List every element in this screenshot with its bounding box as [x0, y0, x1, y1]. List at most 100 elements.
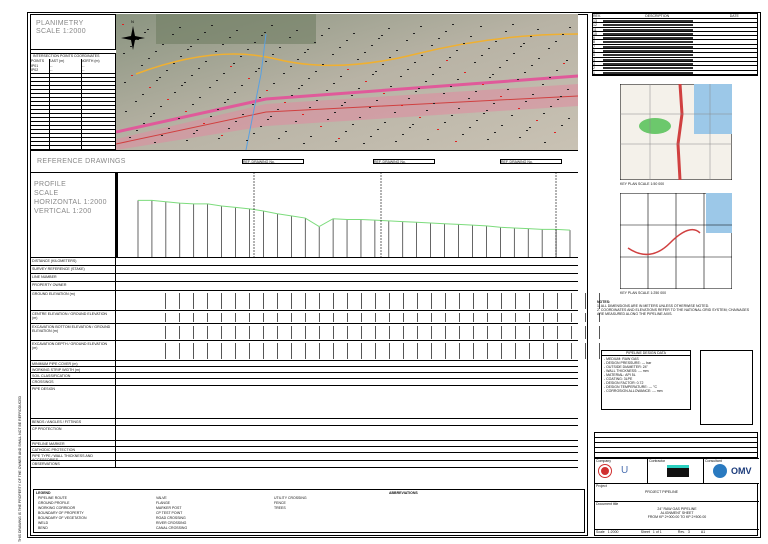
revision-number: 11	[593, 27, 597, 31]
size-value: A1	[700, 530, 706, 534]
profile-band-row: PIPE TYPE / WALL THICKNESS AND ACCESSORI…	[30, 452, 578, 462]
rev-label: Rev.	[677, 530, 685, 534]
reference-drawing[interactable]: REF. DRAWING No.	[242, 159, 304, 164]
plan-title-box: PLANIMETRY SCALE 1:2000	[30, 14, 116, 50]
profile-band-row: BENDS / ANGLES / FITTINGS	[30, 418, 578, 425]
coord-cell: ---	[49, 68, 53, 72]
legend-item: RIVER CROSSING	[156, 521, 187, 525]
legend-item: BOUNDARY OF VEGETATION	[38, 516, 87, 520]
doc-title-line: FROM KP 2+000.00 TO KP 2+500.00	[647, 515, 707, 519]
profile-band-row: CP PROTECTION	[30, 425, 578, 440]
revision-number: 1	[593, 70, 595, 74]
ground-profile-line	[138, 199, 571, 231]
consultant-label: Consultant	[705, 459, 722, 463]
revision-number: 8	[593, 40, 595, 44]
revision-row: 1	[593, 71, 757, 75]
band-label: EXCAVATION BOTTOM ELEVATION / GROUND ELE…	[32, 325, 111, 333]
legend-item: BOUNDARY OF PROPERTY	[38, 511, 84, 515]
legend-box: LEGEND PIPELINE ROUTE GROUND PROFILE WORKI…	[33, 489, 585, 533]
legend-item: UTILITY CROSSING	[274, 496, 307, 500]
band-label: BENDS / ANGLES / FITTINGS	[32, 420, 82, 424]
stamp-box	[700, 350, 753, 425]
coord-cell: ---	[81, 68, 85, 72]
legend-item: GROUND PROFILE	[38, 501, 70, 505]
profile-band-row: SURVEY REFERENCE (STAKE)	[30, 265, 578, 273]
scale-label: Scale	[596, 530, 605, 534]
profile-chart	[137, 172, 571, 257]
key-plan-map-1	[620, 84, 732, 180]
band-label: OBSERVATIONS	[32, 462, 60, 466]
rev-value: 3	[687, 530, 690, 534]
profile-band-row: EXCAVATION DEPTH / GROUND ELEVATION (m)	[30, 340, 600, 360]
revision-number: 9	[593, 36, 595, 40]
legend-item: ROAD CROSSING	[156, 516, 186, 520]
profile-band-row: OBSERVATIONS	[30, 460, 578, 467]
revision-number: 3	[593, 61, 595, 66]
band-label: EXCAVATION DEPTH / GROUND ELEVATION (m)	[32, 342, 108, 350]
legend-item: TREES	[274, 506, 286, 510]
omv-logo: OMV	[731, 466, 752, 476]
title-block: Company Contractor Consultant U OMV Proj…	[594, 432, 759, 536]
profile-band-row: GROUND ELEVATION (m)	[30, 290, 600, 310]
profile-band-row: PIPE DESIGN	[30, 385, 578, 418]
project-name: PROJECT PIPELINE	[645, 490, 679, 494]
reference-drawing[interactable]: REF. DRAWING No.	[373, 159, 435, 164]
side-note: THIS DRAWING IS THE PROPERTY OF THE OWNE…	[18, 395, 22, 542]
key-plan-map-2	[620, 193, 732, 289]
abbreviations-title: ABBREVIATIONS	[389, 491, 418, 495]
profile-title: PROFILE	[34, 181, 67, 188]
profile-horizontal-scale: HORIZONTAL 1:2000	[34, 199, 107, 206]
reference-title: REFERENCE DRAWINGS	[37, 158, 126, 165]
rev-header: DESCRIPTION	[645, 14, 670, 18]
legend-item: FENCE	[274, 501, 286, 505]
contractor-logo	[667, 465, 689, 477]
rev-header: REV.	[593, 14, 601, 18]
rev-header: DATE	[729, 14, 739, 18]
legend-item: BEND	[38, 526, 48, 530]
plan-title: PLANIMETRY	[36, 20, 84, 27]
profile-band-row: CENTRE ELEVATION / GROUND ELEVATION (m)	[30, 310, 600, 323]
revision-number: 2	[593, 66, 595, 70]
company-logo	[598, 464, 612, 478]
coord-cell: IP02	[31, 68, 39, 72]
reference-drawing[interactable]: REF. DRAWING No.	[500, 159, 562, 164]
profile-band-row: LINE NUMBER	[30, 273, 578, 281]
band-label: SURVEY REFERENCE (STAKE)	[32, 267, 85, 271]
map2-caption: KEY PLAN SCALE 1:250 000	[620, 291, 667, 295]
plan-scale: SCALE 1:2000	[36, 28, 86, 35]
legend-item: WORKING CORRIDOR	[38, 506, 76, 510]
profile-band-row: EXCAVATION BOTTOM ELEVATION / GROUND ELE…	[30, 323, 600, 340]
revision-number: 10	[593, 31, 597, 36]
revision-number: 5	[593, 53, 595, 57]
contractor-label: Contractor	[649, 459, 666, 463]
profile-band-row: CROSSINGS	[30, 378, 578, 385]
revision-number: 13	[593, 19, 597, 23]
band-label: PROPERTY OWNER	[32, 283, 67, 287]
revision-number: 4	[593, 57, 595, 61]
band-label: GROUND ELEVATION (m)	[32, 292, 75, 296]
legend-title: LEGEND	[36, 491, 51, 495]
band-label: CP PROTECTION	[32, 427, 62, 431]
profile-band-row: DISTANCE (KILOMETERS)	[30, 257, 578, 265]
consultant-logo	[713, 464, 727, 478]
legend-item: PIPELINE ROUTE	[38, 496, 67, 500]
legend-item: FLANGE	[156, 501, 171, 505]
legend-item: CP TEST POINT	[156, 511, 183, 515]
sheet-value: 1 of 1	[652, 530, 662, 534]
design-data-line: - CORROSION ALLOWANCE: --- mm	[604, 389, 663, 393]
profile-vertical-scale: VERTICAL 1:200	[34, 208, 92, 215]
profile-band-row: PROPERTY OWNER	[30, 281, 578, 290]
legend-item: VALVE	[156, 496, 167, 500]
note-line: 2. COORDINATES AND ELEVATIONS REFER TO T…	[597, 308, 750, 316]
revision-number: 7	[593, 44, 595, 49]
revision-table: REV. DESCRIPTION DATE 13 12 11 10 9 8 7 6 5 4 3 2 1	[592, 13, 758, 76]
design-data-box: PIPELINE DESIGN DATA - MEDIUM: RAW GAS - …	[601, 350, 691, 410]
band-label: CENTRE ELEVATION / GROUND ELEVATION (m)	[32, 312, 108, 320]
notes: NOTES: 1. ALL DIMENSIONS ARE IN METERS U…	[597, 300, 757, 316]
aerial-plan-view: N	[116, 14, 578, 150]
legend-item: CANAL CROSSING	[156, 526, 188, 530]
revision-number: 6	[593, 49, 595, 53]
north-label: N	[131, 19, 134, 24]
coordinates-table: INTERSECTION POINTS COORDINATES POINTS E…	[30, 53, 116, 150]
scale-value: 1:2000	[607, 530, 619, 534]
